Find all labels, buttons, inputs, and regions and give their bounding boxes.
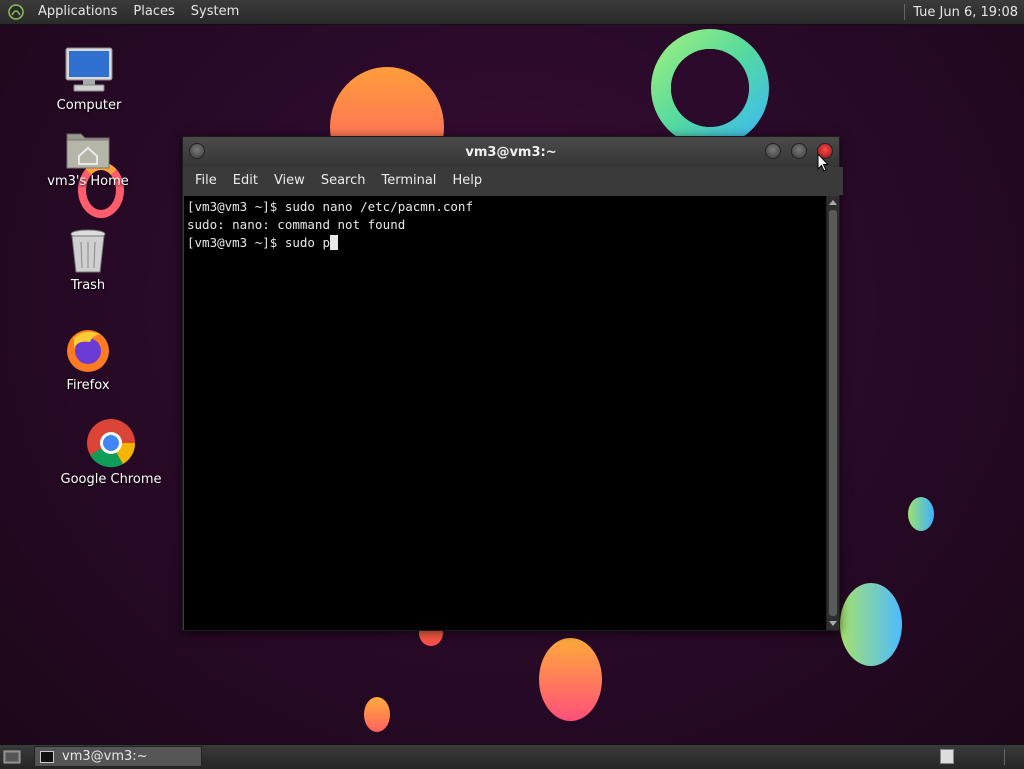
places-menu[interactable]: Places	[125, 0, 182, 24]
desktop-icon-label: Trash	[70, 278, 106, 293]
system-menu[interactable]: System	[183, 0, 247, 24]
window-title: vm3@vm3:~	[465, 145, 557, 160]
mouse-pointer-icon	[817, 153, 829, 172]
maximize-button[interactable]	[791, 143, 807, 159]
terminal-line: [vm3@vm3 ~]$ sudo p	[187, 235, 330, 250]
minimize-button[interactable]	[765, 143, 781, 159]
taskbar-item-terminal[interactable]: vm3@vm3:~	[34, 746, 202, 767]
desktop-icon-home[interactable]: vm3's Home	[33, 128, 143, 189]
menu-search[interactable]: Search	[313, 167, 374, 195]
scrollbar-thumb[interactable]	[829, 210, 837, 616]
terminal-line: [vm3@vm3 ~]$ sudo nano /etc/pacmn.conf	[187, 199, 473, 214]
terminal-output[interactable]: [vm3@vm3 ~]$ sudo nano /etc/pacmn.conf su…	[184, 196, 826, 630]
applications-menu[interactable]: Applications	[30, 0, 125, 24]
desktop-icon-trash[interactable]: Trash	[33, 228, 143, 293]
terminal-icon	[40, 750, 54, 763]
menu-terminal[interactable]: Terminal	[373, 167, 444, 195]
desktop-icon-label: Computer	[56, 98, 122, 113]
computer-icon	[65, 47, 113, 92]
menu-edit[interactable]: Edit	[225, 167, 266, 195]
workspace-switcher[interactable]	[940, 749, 954, 764]
menu-view[interactable]: View	[266, 167, 313, 195]
desktop-icon-label: Google Chrome	[60, 472, 162, 487]
panel-separator	[1004, 749, 1005, 765]
wallpaper-blob	[908, 497, 934, 531]
desktop-icon-chrome[interactable]: Google Chrome	[56, 418, 166, 487]
trash-icon	[70, 229, 106, 273]
desktop-icon-label: Firefox	[66, 378, 110, 393]
desktop-icon-label: vm3's Home	[47, 174, 129, 189]
taskbar-item-label: vm3@vm3:~	[62, 749, 148, 764]
menu-file[interactable]: File	[187, 167, 225, 195]
home-folder-icon	[66, 133, 110, 169]
firefox-icon	[67, 330, 109, 372]
wallpaper-blob	[539, 638, 602, 721]
top-panel: Applications Places System Tue Jun 6, 19…	[0, 0, 1024, 25]
clock[interactable]: Tue Jun 6, 19:08	[913, 5, 1024, 20]
window-titlebar[interactable]: vm3@vm3:~	[183, 137, 839, 167]
wallpaper-blob	[364, 697, 390, 732]
desktop-icon-firefox[interactable]: Firefox	[33, 326, 143, 393]
bottom-panel: vm3@vm3:~	[0, 744, 1024, 769]
terminal-menubar: File Edit View Search Terminal Help	[183, 167, 843, 195]
terminal-line: sudo: nano: command not found	[187, 217, 406, 232]
terminal-prompt-line[interactable]: [vm3@vm3 ~]$ sudo p	[187, 234, 823, 252]
terminal-scrollbar[interactable]	[826, 196, 839, 630]
desktop-icon-computer[interactable]: Computer	[34, 46, 144, 113]
mate-logo-icon[interactable]	[8, 4, 24, 20]
scroll-down-icon[interactable]	[829, 621, 837, 626]
panel-separator	[904, 4, 906, 20]
scroll-up-icon[interactable]	[829, 200, 837, 205]
terminal-window[interactable]: vm3@vm3:~ File Edit View Search Terminal…	[182, 136, 843, 631]
chrome-icon	[87, 419, 136, 468]
wallpaper-ring-hole	[671, 49, 749, 127]
wallpaper-blob	[840, 583, 902, 666]
text-cursor	[330, 235, 338, 250]
show-desktop-icon[interactable]	[3, 749, 21, 765]
menu-help[interactable]: Help	[444, 167, 490, 195]
